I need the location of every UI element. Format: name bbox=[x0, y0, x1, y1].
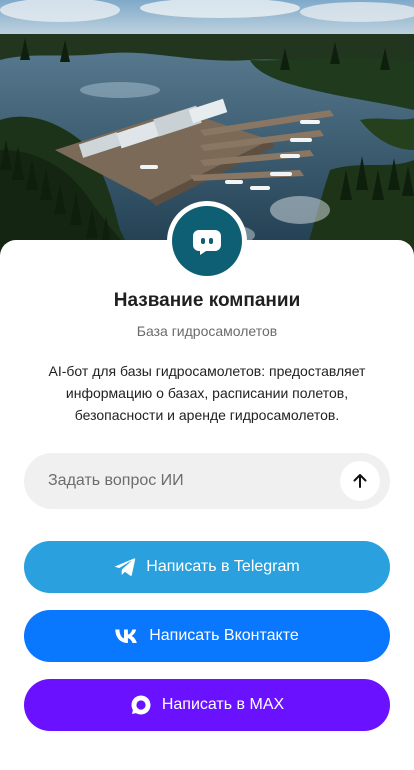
telegram-button[interactable]: Написать в Telegram bbox=[24, 541, 390, 593]
avatar-circle bbox=[172, 206, 242, 276]
max-icon bbox=[130, 694, 152, 716]
chat-bot-icon bbox=[193, 230, 221, 255]
arrow-up-icon bbox=[353, 474, 367, 488]
telegram-button-label: Написать в Telegram bbox=[146, 558, 300, 575]
max-button-label: Написать в MAX bbox=[161, 696, 285, 713]
company-name: Название компании bbox=[113, 290, 301, 311]
company-category: База гидросамолетов bbox=[136, 323, 278, 339]
max-button[interactable]: Написать в MAX bbox=[24, 679, 390, 731]
company-description: AI-бот для базы гидросамолетов: предоста… bbox=[48, 363, 366, 423]
ask-ai-input[interactable] bbox=[48, 453, 328, 509]
vk-button-label: Написать Вконтакте bbox=[149, 627, 299, 644]
telegram-icon bbox=[114, 557, 136, 577]
vk-button[interactable]: Написать Вконтакте bbox=[24, 610, 390, 662]
vk-icon bbox=[115, 629, 139, 643]
send-button[interactable] bbox=[340, 461, 380, 501]
ask-ai-field bbox=[24, 453, 390, 509]
avatar bbox=[167, 201, 247, 281]
